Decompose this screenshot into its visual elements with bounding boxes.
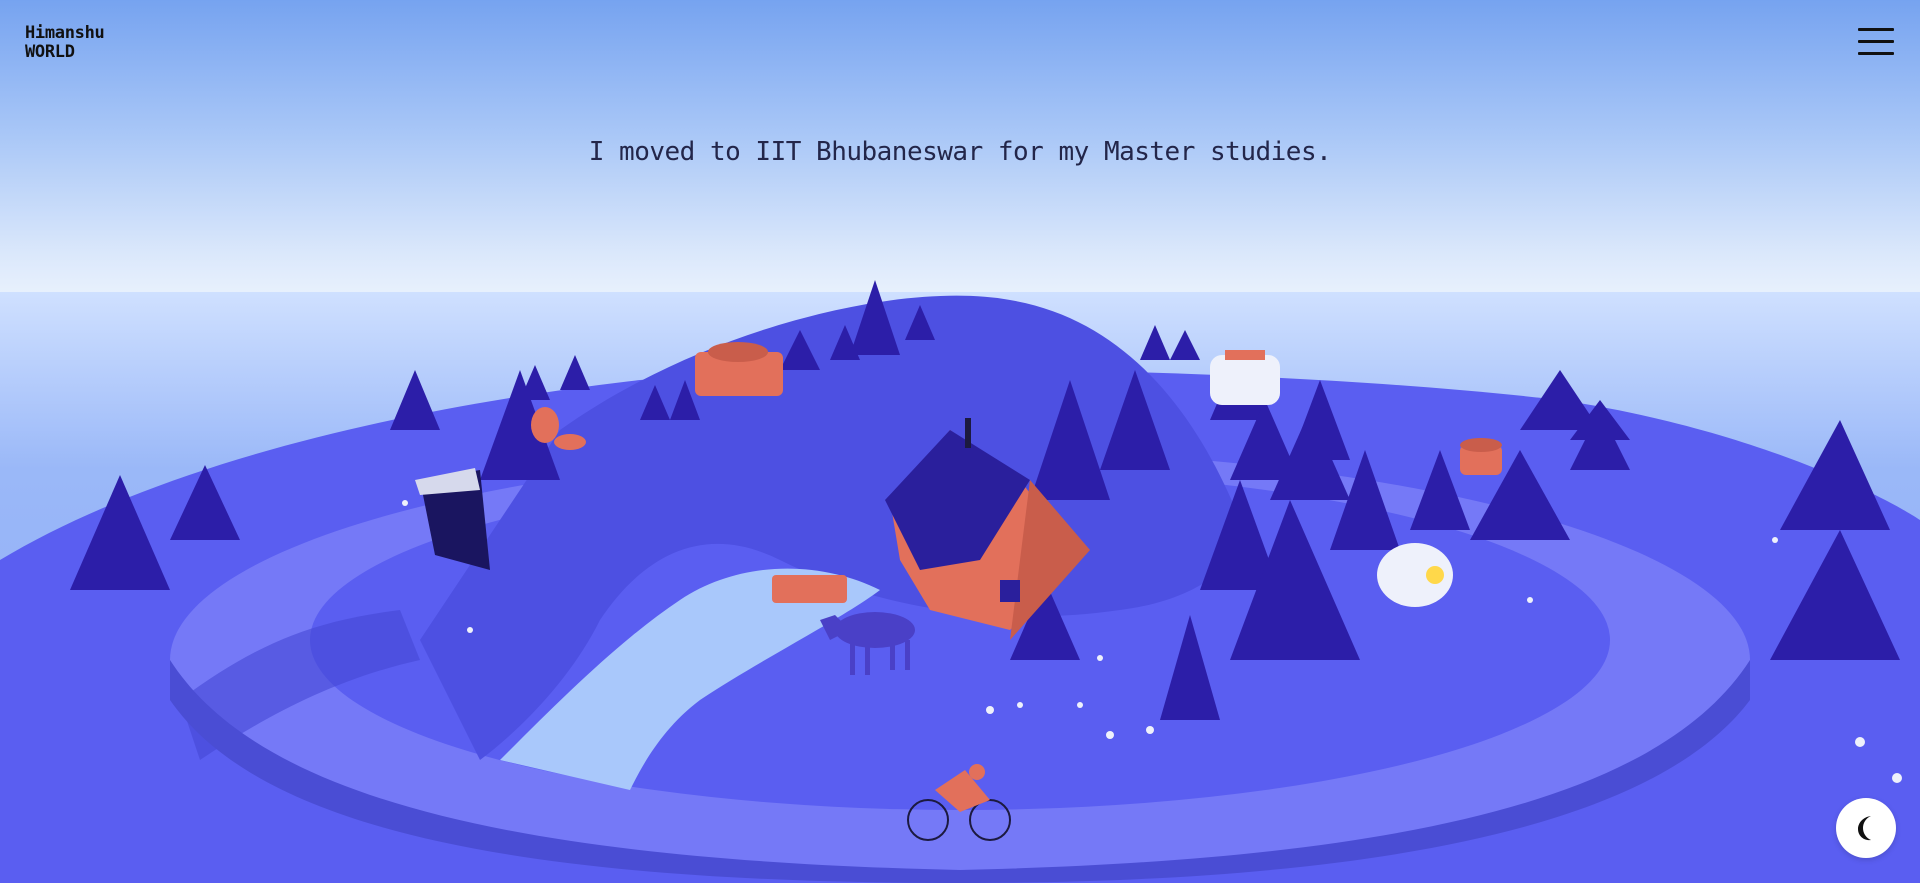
site-logo[interactable]: Himanshu WORLD: [25, 23, 105, 62]
theme-toggle-button[interactable]: [1836, 798, 1896, 858]
moon-icon: [1858, 816, 1871, 841]
logo-line-1: Himanshu: [25, 23, 105, 43]
van: [1210, 350, 1280, 405]
story-headline: I moved to IIT Bhubaneswar for my Master…: [588, 137, 1332, 167]
sled: [772, 575, 847, 603]
hamburger-menu-icon[interactable]: [1858, 28, 1894, 56]
robot: [1377, 543, 1453, 607]
logo-line-2: WORLD: [25, 42, 75, 62]
orange-pot: [1460, 438, 1502, 475]
